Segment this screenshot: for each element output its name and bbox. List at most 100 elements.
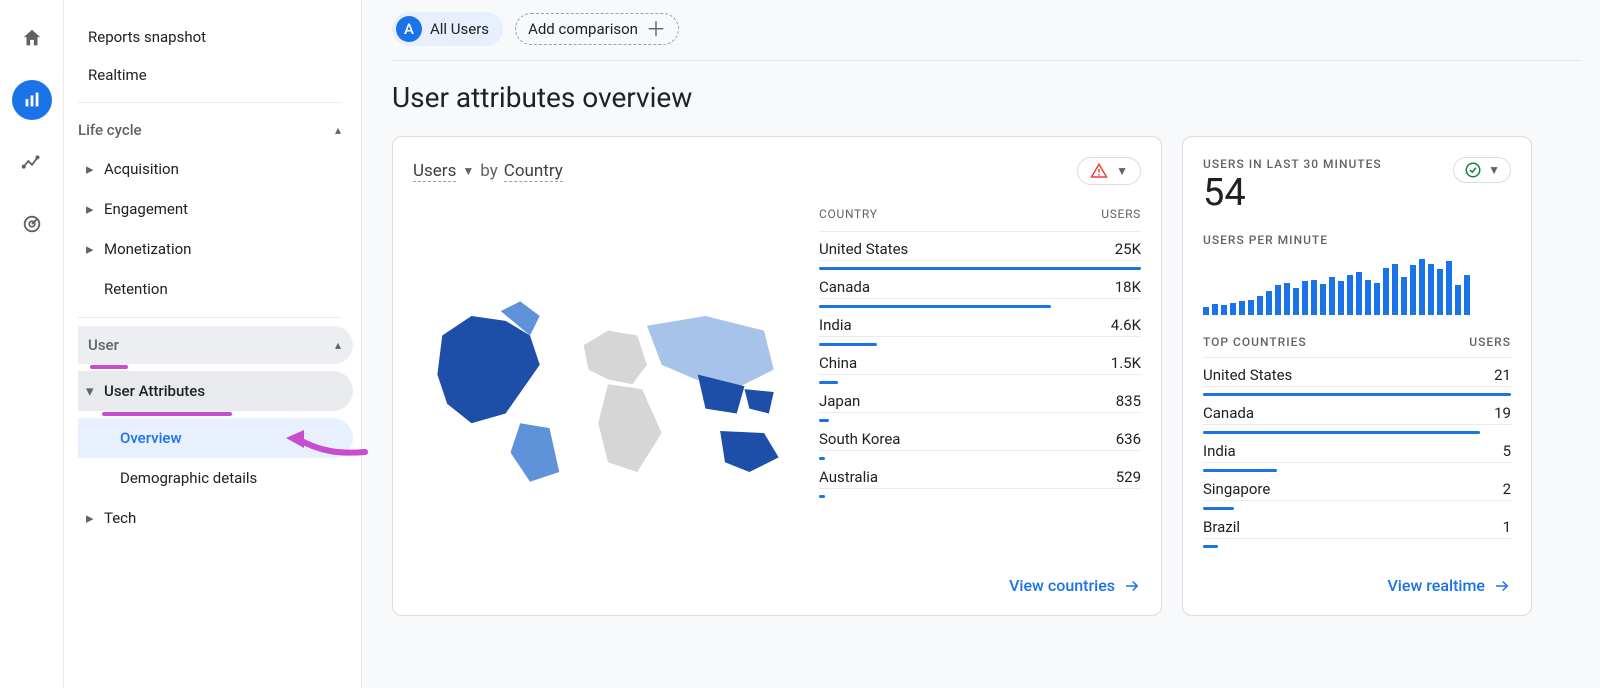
page-title: User attributes overview [392, 61, 1582, 136]
warning-icon [1090, 162, 1108, 180]
add-comparison-button[interactable]: Add comparison ＋ [515, 13, 679, 45]
caret-right-icon: ▸ [86, 160, 94, 178]
check-circle-icon [1464, 161, 1482, 179]
divider [78, 317, 341, 318]
table-row[interactable]: China1.5K [819, 346, 1141, 375]
table-row[interactable]: Australia529 [819, 460, 1141, 489]
comparison-pill-all-users[interactable]: A All Users [392, 12, 503, 46]
users-per-minute-label: USERS PER MINUTE [1203, 233, 1511, 247]
spark-bar [1464, 275, 1470, 315]
spark-bar [1329, 277, 1335, 314]
spark-bar [1401, 277, 1407, 314]
sparkline-chart [1203, 259, 1511, 315]
spark-bar [1266, 291, 1272, 315]
arrow-right-icon [1123, 577, 1141, 595]
sidebar-section-user[interactable]: User ▴ [78, 326, 353, 364]
spark-bar [1302, 281, 1308, 314]
plus-icon: ＋ [646, 19, 666, 39]
sidebar-item-user-attributes[interactable]: ▾User Attributes [78, 371, 353, 411]
sidebar-item-engagement[interactable]: ▸Engagement [78, 189, 353, 229]
table-row[interactable]: Canada18K [819, 270, 1141, 299]
comparison-label: All Users [430, 20, 489, 38]
chevron-up-icon: ▴ [335, 123, 341, 137]
top-countries-label: TOP COUNTRIES [1203, 335, 1307, 349]
caret-down-icon: ▾ [86, 382, 94, 400]
table-row[interactable]: Singapore2 [1203, 472, 1511, 501]
icon-rail [0, 0, 64, 688]
table-row[interactable]: Brazil1 [1203, 510, 1511, 539]
realtime-value: 54 [1203, 173, 1382, 215]
spark-bar [1203, 307, 1209, 315]
spark-bar [1374, 283, 1380, 315]
sidebar-item-demographic-details[interactable]: Demographic details [78, 458, 353, 498]
annotation-underline [90, 365, 128, 369]
spark-bar [1365, 280, 1371, 315]
sidebar-section-label: Life cycle [78, 121, 142, 139]
spark-bar [1311, 280, 1317, 315]
bar [1203, 545, 1218, 548]
spark-bar [1437, 269, 1443, 314]
dimension-selector[interactable]: Country [504, 161, 563, 182]
chevron-down-icon: ▼ [1116, 164, 1128, 178]
table-row[interactable]: India4.6K [819, 308, 1141, 337]
spark-bar [1284, 283, 1290, 315]
reports-icon[interactable] [12, 80, 52, 120]
warning-pill[interactable]: ▼ [1077, 157, 1141, 185]
spark-bar [1347, 275, 1353, 315]
table-row[interactable]: South Korea636 [819, 422, 1141, 451]
spark-bar [1383, 268, 1389, 315]
spark-bar [1293, 288, 1299, 315]
spark-bar [1446, 261, 1452, 314]
view-realtime-link[interactable]: View realtime [1387, 576, 1511, 595]
sidebar-section-lifecycle[interactable]: Life cycle ▴ [78, 111, 353, 149]
spark-bar [1212, 304, 1218, 315]
map-card-title: Users ▼ by Country [413, 161, 563, 182]
chevron-down-icon: ▼ [462, 164, 474, 178]
sidebar-item-overview[interactable]: Overview [78, 418, 353, 458]
explore-icon[interactable] [12, 142, 52, 182]
status-pill[interactable]: ▼ [1453, 157, 1511, 183]
sidebar-item-monetization[interactable]: ▸Monetization [78, 229, 353, 269]
card-realtime-users: USERS IN LAST 30 MINUTES 54 ▼ USERS PER … [1182, 136, 1532, 616]
table-head-users: USERS [1101, 207, 1141, 221]
caret-right-icon: ▸ [86, 240, 94, 258]
main-content: A All Users Add comparison ＋ User attrib… [362, 0, 1600, 688]
caret-right-icon: ▸ [86, 200, 94, 218]
comparison-bar: A All Users Add comparison ＋ [392, 12, 1582, 61]
metric-selector[interactable]: Users [413, 161, 456, 182]
table-row[interactable]: India5 [1203, 434, 1511, 463]
table-head-country: COUNTRY [819, 207, 878, 221]
table-row[interactable]: United States21 [1203, 358, 1511, 387]
spark-bar [1320, 284, 1326, 315]
spark-bar [1221, 305, 1227, 314]
spark-bar [1230, 303, 1236, 315]
spark-bar [1410, 265, 1416, 314]
spark-bar [1428, 264, 1434, 315]
spark-bar [1419, 259, 1425, 315]
sidebar-item-tech[interactable]: ▸Tech [78, 498, 353, 538]
bar [819, 495, 825, 498]
sidebar-reports-snapshot[interactable]: Reports snapshot [78, 18, 353, 56]
spark-bar [1455, 285, 1461, 314]
view-countries-link[interactable]: View countries [1009, 576, 1141, 595]
table-row[interactable]: Japan835 [819, 384, 1141, 413]
sidebar-realtime[interactable]: Realtime [78, 56, 353, 94]
table-row[interactable]: Canada19 [1203, 396, 1511, 425]
spark-bar [1275, 285, 1281, 314]
spark-bar [1392, 264, 1398, 315]
table-row[interactable]: United States25K [819, 232, 1141, 261]
chevron-down-icon: ▼ [1488, 163, 1500, 177]
spark-bar [1356, 272, 1362, 315]
divider [78, 102, 341, 103]
chevron-up-icon: ▴ [335, 338, 341, 352]
sidebar-item-acquisition[interactable]: ▸Acquisition [78, 149, 353, 189]
sidebar-section-label: User [88, 336, 119, 354]
country-table: COUNTRY USERS United States25K Canada18K I… [819, 207, 1141, 562]
target-icon[interactable] [12, 204, 52, 244]
sidebar-item-retention[interactable]: Retention [78, 269, 353, 309]
world-map [413, 207, 803, 562]
home-icon[interactable] [12, 18, 52, 58]
comparison-badge: A [396, 16, 422, 42]
arrow-right-icon [1493, 577, 1511, 595]
realtime-label: USERS IN LAST 30 MINUTES [1203, 157, 1382, 171]
